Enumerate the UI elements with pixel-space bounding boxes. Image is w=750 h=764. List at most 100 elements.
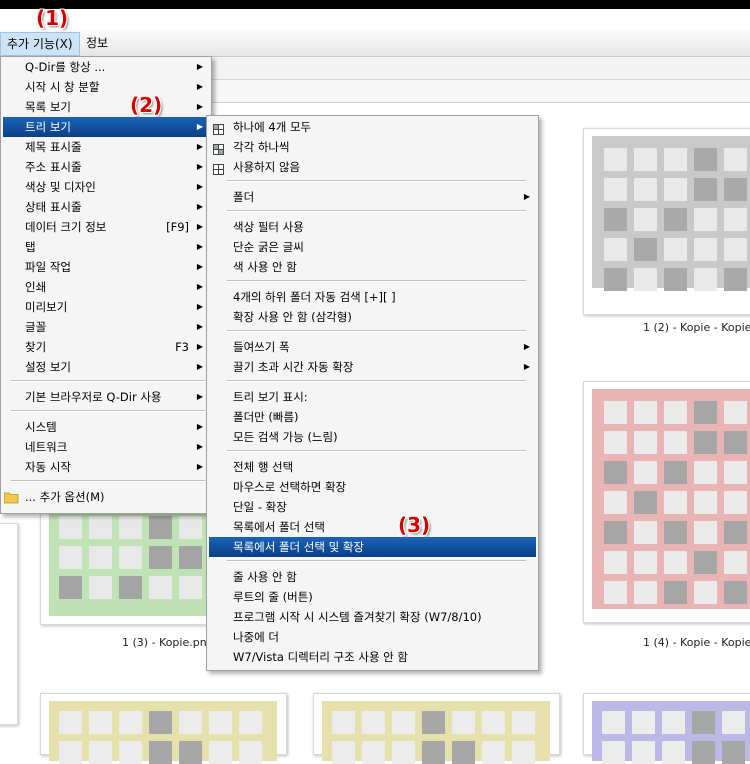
submenu-item[interactable]: 폴더 ▶ [209,187,536,207]
thumbnail-cell [694,148,717,171]
thumbnail-cell [724,581,747,604]
thumbnail-caption: 1 (4) - Kopie - Kopie. [643,636,750,649]
thumbnail-cell [724,491,747,514]
thumbnail[interactable] [583,128,750,315]
thumbnail-cell [664,268,687,291]
thumbnail-cell [452,741,475,764]
submenu-item[interactable]: 모든 검색 가능 (느림) [209,427,536,447]
submenu-item[interactable]: 트리 보기 표시: [209,387,536,407]
thumbnail-cell [724,401,747,424]
submenu-item[interactable]: 마우스로 선택하면 확장 [209,477,536,497]
main-menu-item[interactable]: Q-Dir를 항상 ... ▶ [3,57,209,77]
main-menu-item[interactable]: 트리 보기 ▶ [3,117,209,137]
main-menu-item[interactable]: 목록 보기 ▶ [3,97,209,117]
main-menu-item[interactable]: 자동 시작 ▶ [3,457,209,477]
submenu-item[interactable]: 색 사용 안 함 [209,257,536,277]
submenu-item[interactable]: 목록에서 폴더 선택 및 확장 [209,537,536,557]
menu-item-label: 시작 시 창 분할 [25,80,100,94]
submenu-item[interactable]: 루트의 줄 (버튼) [209,587,536,607]
submenu-item[interactable]: W7/Vista 디렉터리 구조 사용 안 함 [209,647,536,667]
submenu-arrow-icon: ▶ [196,322,203,331]
thumbnail-partial[interactable] [0,523,18,725]
submenu-item[interactable]: 단일 - 확장 [209,497,536,517]
submenu-item[interactable]: 들여쓰기 폭 ▶ [209,337,536,357]
thumbnail-cell [632,711,655,734]
submenu-item[interactable]: 하나에 4개 모두 [209,117,536,137]
thumbnail-cell [89,546,112,569]
thumbnail-cell [452,711,475,734]
menu-separator [227,450,526,452]
main-menu-item[interactable]: 시작 시 창 분할 ▶ [3,77,209,97]
submenu-item-label: 모든 검색 가능 (느림) [233,430,338,444]
submenu-item[interactable]: 폴더만 (빠름) [209,407,536,427]
submenu-item[interactable]: 사용하지 않음 [209,157,536,177]
menu-item-label: 글꼴 [25,320,47,334]
main-menu-item[interactable]: 주소 표시줄 ▶ [3,157,209,177]
thumbnail-cell [149,576,172,599]
submenu-item[interactable]: 프로그램 시작 시 시스템 즐겨찾기 확장 (W7/8/10) [209,607,536,627]
menu-item-label: 미리보기 [25,300,68,314]
thumbnail-cell [179,576,202,599]
thumbnail-cell [724,521,747,544]
menu-extras[interactable]: 추가 기능(X) [0,32,80,56]
thumbnail-cell [119,516,142,539]
thumbnail-cell [179,546,202,569]
main-menu-item[interactable]: 글꼴 ▶ [3,317,209,337]
submenu-item[interactable]: 확장 사용 안 함 (삼각형) [209,307,536,327]
thumbnail-cell [512,741,535,764]
thumbnail[interactable] [583,381,750,623]
main-menu-item[interactable]: 네트워크 ▶ [3,437,209,457]
main-menu-item[interactable]: 미리보기 ▶ [3,297,209,317]
submenu-arrow-icon: ▶ [196,142,203,151]
thumbnail[interactable] [313,693,560,764]
main-menu-item[interactable]: 색상 및 디자인 ▶ [3,177,209,197]
submenu-arrow-icon: ▶ [196,262,203,271]
menu-item-label: 상태 표시줄 [25,200,82,214]
thumbnail-cell [634,521,657,544]
thumbnail-cell [694,551,717,574]
submenu-item[interactable]: 나중에 더 [209,627,536,647]
main-menu-item[interactable]: 찾기 F3 ▶ [3,337,209,357]
submenu-arrow-icon: ▶ [196,462,203,471]
main-menu-item[interactable]: 데이터 크기 정보 [F9] ▶ [3,217,209,237]
thumbnail-cell [724,431,747,454]
main-menu-item[interactable]: 상태 표시줄 ▶ [3,197,209,217]
main-menu-item[interactable]: 설정 보기 ▶ [3,357,209,377]
thumbnail-cell [119,576,142,599]
submenu-arrow-icon: ▶ [196,202,203,211]
main-menu-item[interactable]: 파일 작업 ▶ [3,257,209,277]
submenu-item-label: 단일 - 확장 [233,500,287,514]
submenu-item-label: 마우스로 선택하면 확장 [233,480,347,494]
submenu-item[interactable]: 단순 굵은 글씨 [209,237,536,257]
submenu-item[interactable]: 끌기 초과 시간 자동 확장 ▶ [209,357,536,377]
submenu-item[interactable]: 4개의 하위 폴더 자동 검색 [+][ ] [209,287,536,307]
submenu-item[interactable]: 목록에서 폴더 선택 [209,517,536,537]
main-menu-item[interactable]: 인쇄 ▶ [3,277,209,297]
menu-item-label: 데이터 크기 정보 [25,220,107,234]
thumbnail-cell [392,741,415,764]
extras-menu: Q-Dir를 항상 ... ▶ 시작 시 창 분할 ▶ 목록 보기 ▶ 트리 보기 ▶ 제목 표… [0,56,212,514]
main-menu-item[interactable]: 기본 브라우저로 Q-Dir 사용 ▶ [3,387,209,407]
submenu-arrow-icon: ▶ [196,222,203,231]
submenu-item[interactable]: 각각 하나씩 [209,137,536,157]
menu-item-label: 트리 보기 [25,120,71,134]
thumbnail[interactable] [40,693,287,764]
thumbnail-image [592,389,750,609]
thumbnail-image [592,136,750,291]
folder-icon [3,490,19,504]
submenu-item[interactable]: 줄 사용 안 함 [209,567,536,587]
main-menu-item[interactable]: 제목 표시줄 ▶ [3,137,209,157]
annotation-marker-2: (2) [130,93,163,117]
submenu-arrow-icon: ▶ [196,282,203,291]
menu-separator [11,410,205,412]
thumbnail[interactable] [583,693,750,764]
main-menu-item[interactable]: 시스템 ▶ [3,417,209,437]
submenu-item[interactable]: 색상 필터 사용 [209,217,536,237]
main-menu-item[interactable]: 탭 ▶ [3,237,209,257]
submenu-item[interactable]: 전체 행 선택 [209,457,536,477]
menu-separator [227,180,526,182]
main-menu-item[interactable]: ... 추가 옵션(M) [3,487,209,507]
menu-info[interactable]: 정보 [80,31,114,55]
menu-item-label: 색상 및 디자인 [25,180,96,194]
thumbnail-cell [179,711,202,734]
